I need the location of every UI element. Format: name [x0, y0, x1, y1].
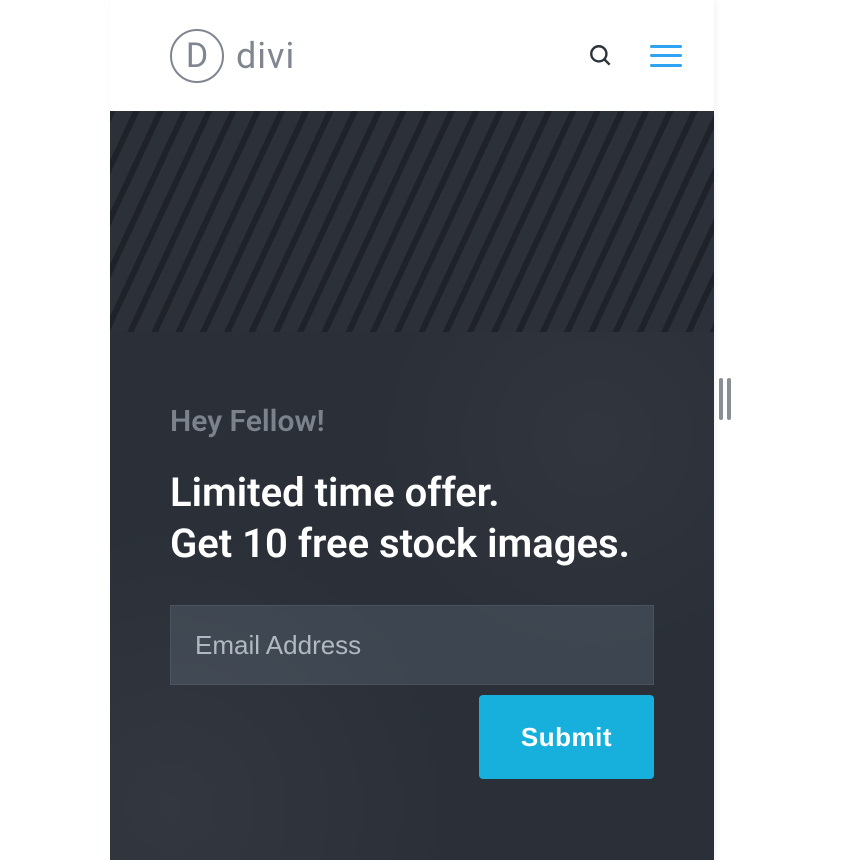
email-field[interactable]	[170, 605, 654, 685]
hero-pattern	[110, 111, 714, 332]
logo-letter: D	[186, 39, 208, 73]
site-header: D divi	[110, 0, 714, 111]
submit-button[interactable]: Submit	[479, 695, 654, 779]
viewport-resize-handle[interactable]	[719, 378, 733, 420]
search-icon[interactable]	[588, 43, 614, 69]
header-actions	[588, 43, 682, 69]
offer-section: Hey Fellow! Limited time offer. Get 10 f…	[110, 332, 714, 860]
mobile-viewport: D divi Hey Fellow! Limited ti	[110, 0, 714, 860]
logo-mark-icon: D	[170, 29, 224, 83]
logo-text: divi	[236, 35, 295, 77]
page-root: D divi Hey Fellow! Limited ti	[0, 0, 867, 860]
submit-row: Submit	[170, 695, 654, 779]
site-logo[interactable]: D divi	[170, 29, 588, 83]
offer-title-line1: Limited time offer.	[170, 469, 500, 516]
offer-title: Limited time offer. Get 10 free stock im…	[170, 467, 654, 569]
menu-icon[interactable]	[650, 45, 682, 67]
offer-eyebrow: Hey Fellow!	[170, 404, 654, 439]
offer-title-line2: Get 10 free stock images.	[170, 520, 630, 567]
